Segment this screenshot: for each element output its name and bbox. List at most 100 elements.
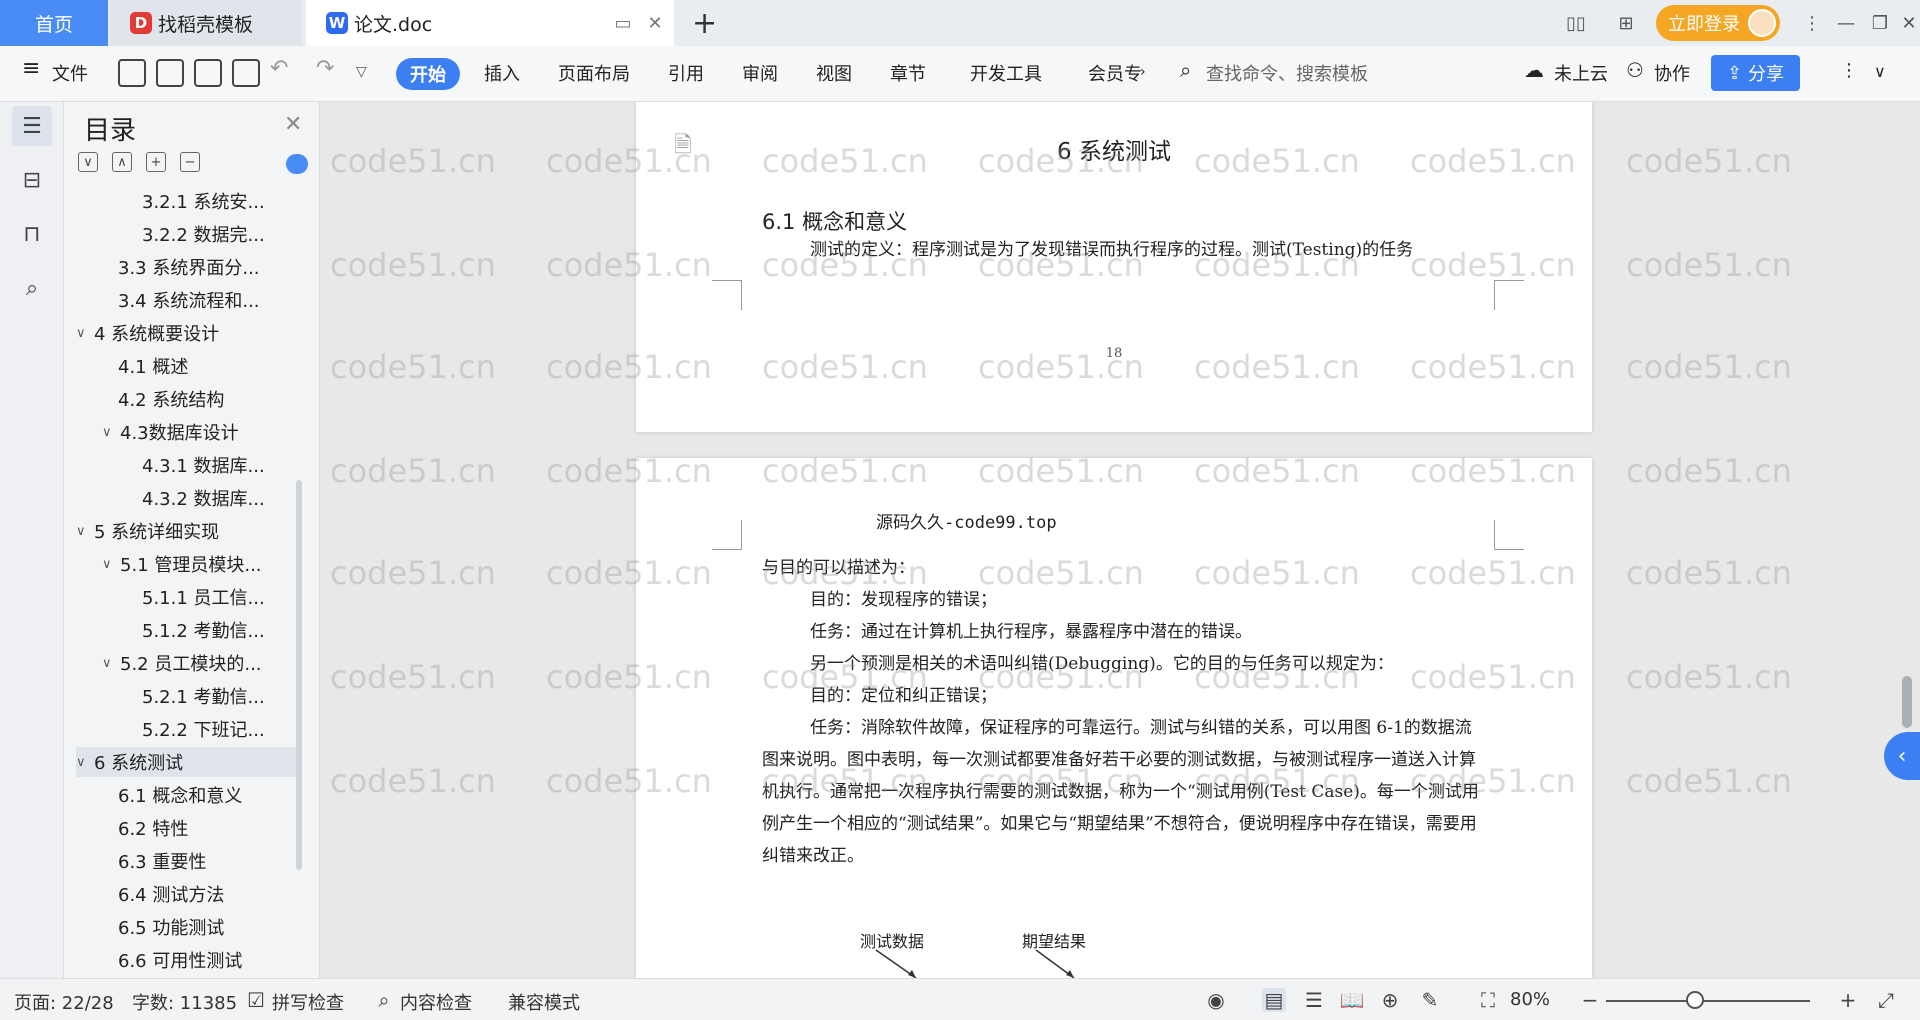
zoom-in-icon[interactable]: +	[1836, 988, 1860, 1012]
tab-home[interactable]: 首页	[0, 0, 108, 46]
export-pdf-icon[interactable]	[156, 59, 184, 87]
collab-button[interactable]: 协作	[1654, 60, 1690, 86]
cloud-status[interactable]: 未上云	[1554, 60, 1608, 86]
toc-item[interactable]: 3.3 系统界面分...	[76, 252, 296, 282]
tab-document[interactable]: W 论文.doc ▭ ✕	[306, 0, 674, 46]
toc-item[interactable]: ∨ 6 系统测试	[76, 747, 296, 777]
body-text[interactable]: 与目的可以描述为： 目的：发现程序的错误； 任务：通过在计算机上执行程序，暴露程序中…	[762, 552, 1488, 872]
pen-icon[interactable]: ✎	[1418, 988, 1442, 1012]
toc-item[interactable]: 6.3 重要性	[76, 846, 296, 876]
chevron-down-icon[interactable]: ∨	[76, 524, 94, 539]
layout-toggle-icon[interactable]: ▯▯	[1562, 10, 1590, 36]
chapter-heading[interactable]: 6 系统测试	[636, 132, 1592, 166]
apps-grid-icon[interactable]: ⊞	[1612, 10, 1640, 36]
zoom-slider[interactable]	[1606, 1000, 1810, 1002]
toc-item[interactable]: 5.2.2 下班记...	[76, 714, 296, 744]
toc-item[interactable]: 3.2.1 系统安...	[76, 186, 296, 216]
word-count[interactable]: 字数: 11385	[132, 989, 237, 1015]
ribbon-more-icon[interactable]: ⋮	[1840, 60, 1858, 81]
chevron-down-icon[interactable]: ∨	[102, 557, 120, 572]
paragraph[interactable]: 目的：发现程序的错误；	[762, 584, 1488, 616]
zoom-out-icon[interactable]: −	[1578, 988, 1602, 1012]
zoom-level[interactable]: 80%	[1510, 989, 1550, 1010]
chevron-down-icon[interactable]: ∨	[102, 656, 120, 671]
content-check-button[interactable]: 内容检查	[400, 989, 472, 1015]
toc-scrollbar[interactable]	[296, 480, 302, 870]
paragraph[interactable]: 目的：定位和纠正错误；	[762, 680, 1488, 712]
expand-all-icon[interactable]: ∨	[78, 152, 98, 172]
tab-member[interactable]: 会员专	[1088, 60, 1142, 86]
toc-item[interactable]: 4.2 系统结构	[76, 384, 296, 414]
redo-icon[interactable]: ↷	[316, 56, 334, 81]
tab-layout[interactable]: 页面布局	[558, 60, 630, 86]
toc-item[interactable]: 5.1.2 考勤信...	[76, 615, 296, 645]
zoom-slider-handle[interactable]	[1686, 991, 1704, 1009]
toc-item[interactable]: 4.1 概述	[76, 351, 296, 381]
page-view-icon[interactable]: ▤	[1262, 988, 1286, 1012]
remove-heading-icon[interactable]: −	[180, 152, 200, 172]
toc-item[interactable]: 6.1 概念和意义	[76, 780, 296, 810]
toc-item[interactable]: 4.3.2 数据库...	[76, 483, 296, 513]
toc-item[interactable]: 6.4 测试方法	[76, 879, 296, 909]
toc-item[interactable]: 6.6 可用性测试	[76, 945, 296, 975]
toc-item[interactable]: 5.1.1 员工信...	[76, 582, 296, 612]
tab-devtools[interactable]: 开发工具	[970, 60, 1042, 86]
page-counter[interactable]: 页面: 22/28	[14, 989, 114, 1015]
document-scrollbar[interactable]	[1902, 676, 1912, 728]
find-icon[interactable]: ⌕	[12, 268, 52, 308]
login-button[interactable]: 立即登录	[1656, 5, 1780, 41]
toc-item[interactable]: 5.2.1 考勤信...	[76, 681, 296, 711]
outline-view-icon[interactable]: ☰	[1302, 988, 1326, 1012]
toc-item[interactable]: ∨ 5.1 管理员模块...	[76, 549, 296, 579]
bookmark-icon[interactable]: ⊓	[12, 214, 52, 254]
ribbon-scroll-right-icon[interactable]: ›	[1140, 64, 1146, 80]
toc-panel-icon[interactable]: ☰	[12, 106, 52, 146]
tab-start[interactable]: 开始	[396, 58, 460, 90]
tab-reference[interactable]: 引用	[668, 60, 704, 86]
tab-review[interactable]: 审阅	[742, 60, 778, 86]
paragraph[interactable]: 任务：消除软件故障，保证程序的可靠运行。测试与纠错的关系，可以用图 6-1的数据…	[762, 712, 1488, 872]
toc-item[interactable]: ∨ 5 系统详细实现	[76, 516, 296, 546]
toc-item[interactable]: 6.5 功能测试	[76, 912, 296, 942]
tab-chapter[interactable]: 章节	[890, 60, 926, 86]
chevron-down-icon[interactable]: ∨	[76, 755, 94, 770]
chevron-down-icon[interactable]: ∨	[76, 326, 94, 341]
tab-view[interactable]: 视图	[816, 60, 852, 86]
section-heading[interactable]: 6.1 概念和意义	[762, 206, 907, 236]
command-search-input[interactable]: 查找命令、搜索模板	[1206, 60, 1368, 86]
quick-access-dropdown-icon[interactable]: ▽	[356, 64, 367, 80]
toc-item[interactable]: 6.2 特性	[76, 813, 296, 843]
toc-item[interactable]: ∨ 4 系统概要设计	[76, 318, 296, 348]
toc-item[interactable]: 3.2.2 数据完...	[76, 219, 296, 249]
save-icon[interactable]	[118, 59, 146, 87]
toc-item[interactable]: 3.4 系统流程和...	[76, 285, 296, 315]
reading-view-icon[interactable]: 📖	[1340, 988, 1365, 1012]
toc-close-icon[interactable]: ✕	[284, 112, 302, 137]
restore-icon[interactable]: ❐	[1866, 10, 1894, 36]
minimize-icon[interactable]: —	[1832, 10, 1860, 36]
tab-close-icon[interactable]: ✕	[644, 12, 666, 34]
paragraph[interactable]: 与目的可以描述为：	[762, 552, 1488, 584]
spell-check-button[interactable]: 拼写检查	[272, 989, 344, 1015]
fullscreen-icon[interactable]: ⤢	[1874, 988, 1898, 1012]
undo-icon[interactable]: ↶	[270, 56, 288, 81]
fit-page-icon[interactable]: ⛶	[1476, 988, 1500, 1012]
collapse-all-icon[interactable]: ∧	[112, 152, 132, 172]
close-window-icon[interactable]: ✕	[1898, 10, 1920, 36]
toc-item[interactable]: 4.3.1 数据库...	[76, 450, 296, 480]
share-button[interactable]: ⇪ 分享	[1711, 55, 1800, 91]
navigation-icon[interactable]: ⊟	[12, 160, 52, 200]
menu-icon[interactable]: ≡	[22, 56, 40, 81]
window-mode-icon[interactable]: ▭	[612, 12, 634, 34]
web-view-icon[interactable]: ⊕	[1378, 988, 1402, 1012]
add-heading-icon[interactable]: +	[146, 152, 166, 172]
file-menu[interactable]: 文件	[52, 60, 88, 86]
paragraph[interactable]: 测试的定义：程序测试是为了发现错误而执行程序的过程。测试(Testing)的任务	[762, 234, 1488, 266]
chevron-down-icon[interactable]: ∨	[102, 425, 120, 440]
paragraph[interactable]: 任务：通过在计算机上执行程序，暴露程序中潜在的错误。	[762, 616, 1488, 648]
print-preview-icon[interactable]	[232, 59, 260, 87]
toc-item[interactable]: ∨ 4.3数据库设计	[76, 417, 296, 447]
ribbon-collapse-icon[interactable]: ∨	[1874, 62, 1886, 81]
toc-item[interactable]: ∨ 5.2 员工模块的...	[76, 648, 296, 678]
paragraph[interactable]: 另一个预测是相关的术语叫纠错(Debugging)。它的目的与任务可以规定为：	[762, 648, 1488, 680]
